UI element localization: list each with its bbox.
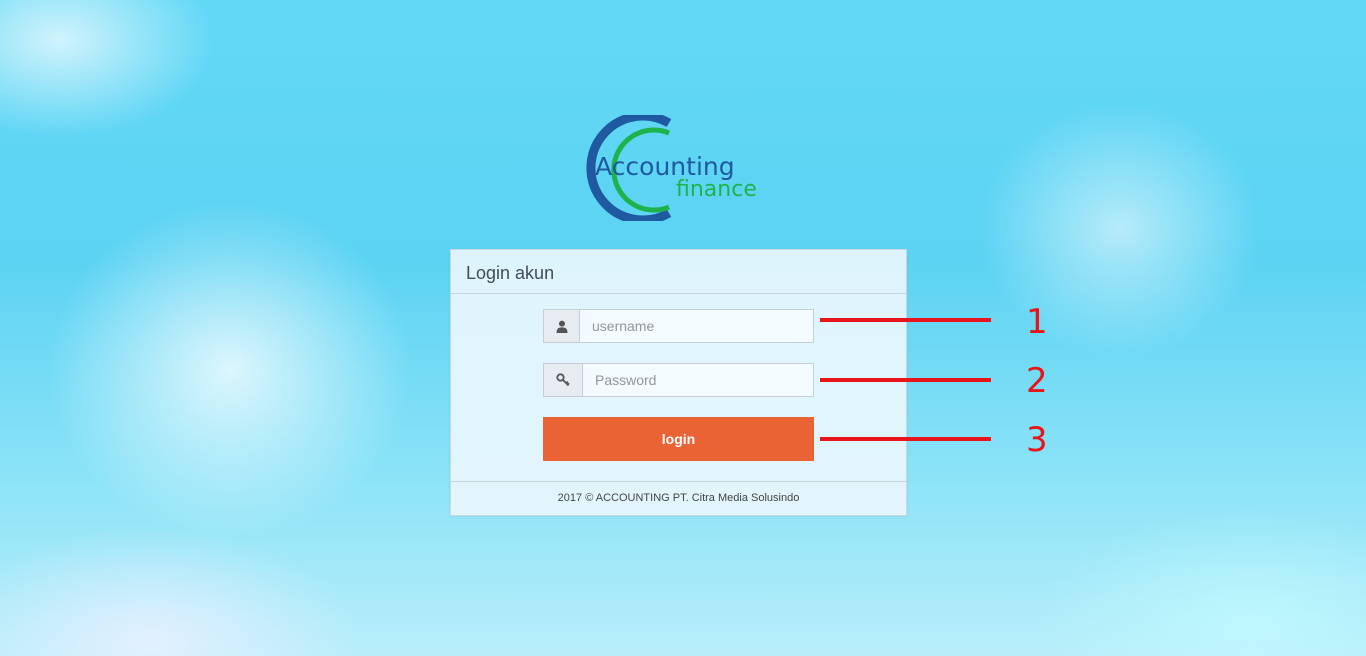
logo-text-finance: finance (676, 177, 757, 202)
annotation-number-2: 2 (1026, 361, 1048, 401)
username-input[interactable] (580, 310, 813, 342)
login-panel: Login akun login 2017 © ACCOUNTING PT. C… (450, 249, 907, 516)
password-input-group (543, 363, 814, 397)
panel-title: Login akun (451, 250, 906, 294)
username-input-group (543, 309, 814, 343)
key-icon (544, 364, 583, 396)
password-input[interactable] (583, 364, 813, 396)
annotation-number-1: 1 (1026, 302, 1048, 342)
footer-copyright: 2017 © ACCOUNTING PT. Citra Media Solusi… (451, 481, 906, 515)
annotation-line-1 (820, 318, 991, 322)
login-button[interactable]: login (543, 417, 814, 461)
accounting-finance-logo: Accounting finance (573, 115, 763, 221)
annotation-number-3: 3 (1026, 420, 1048, 460)
user-icon (544, 310, 580, 342)
annotation-line-2 (820, 378, 991, 382)
annotation-line-3 (820, 437, 991, 441)
